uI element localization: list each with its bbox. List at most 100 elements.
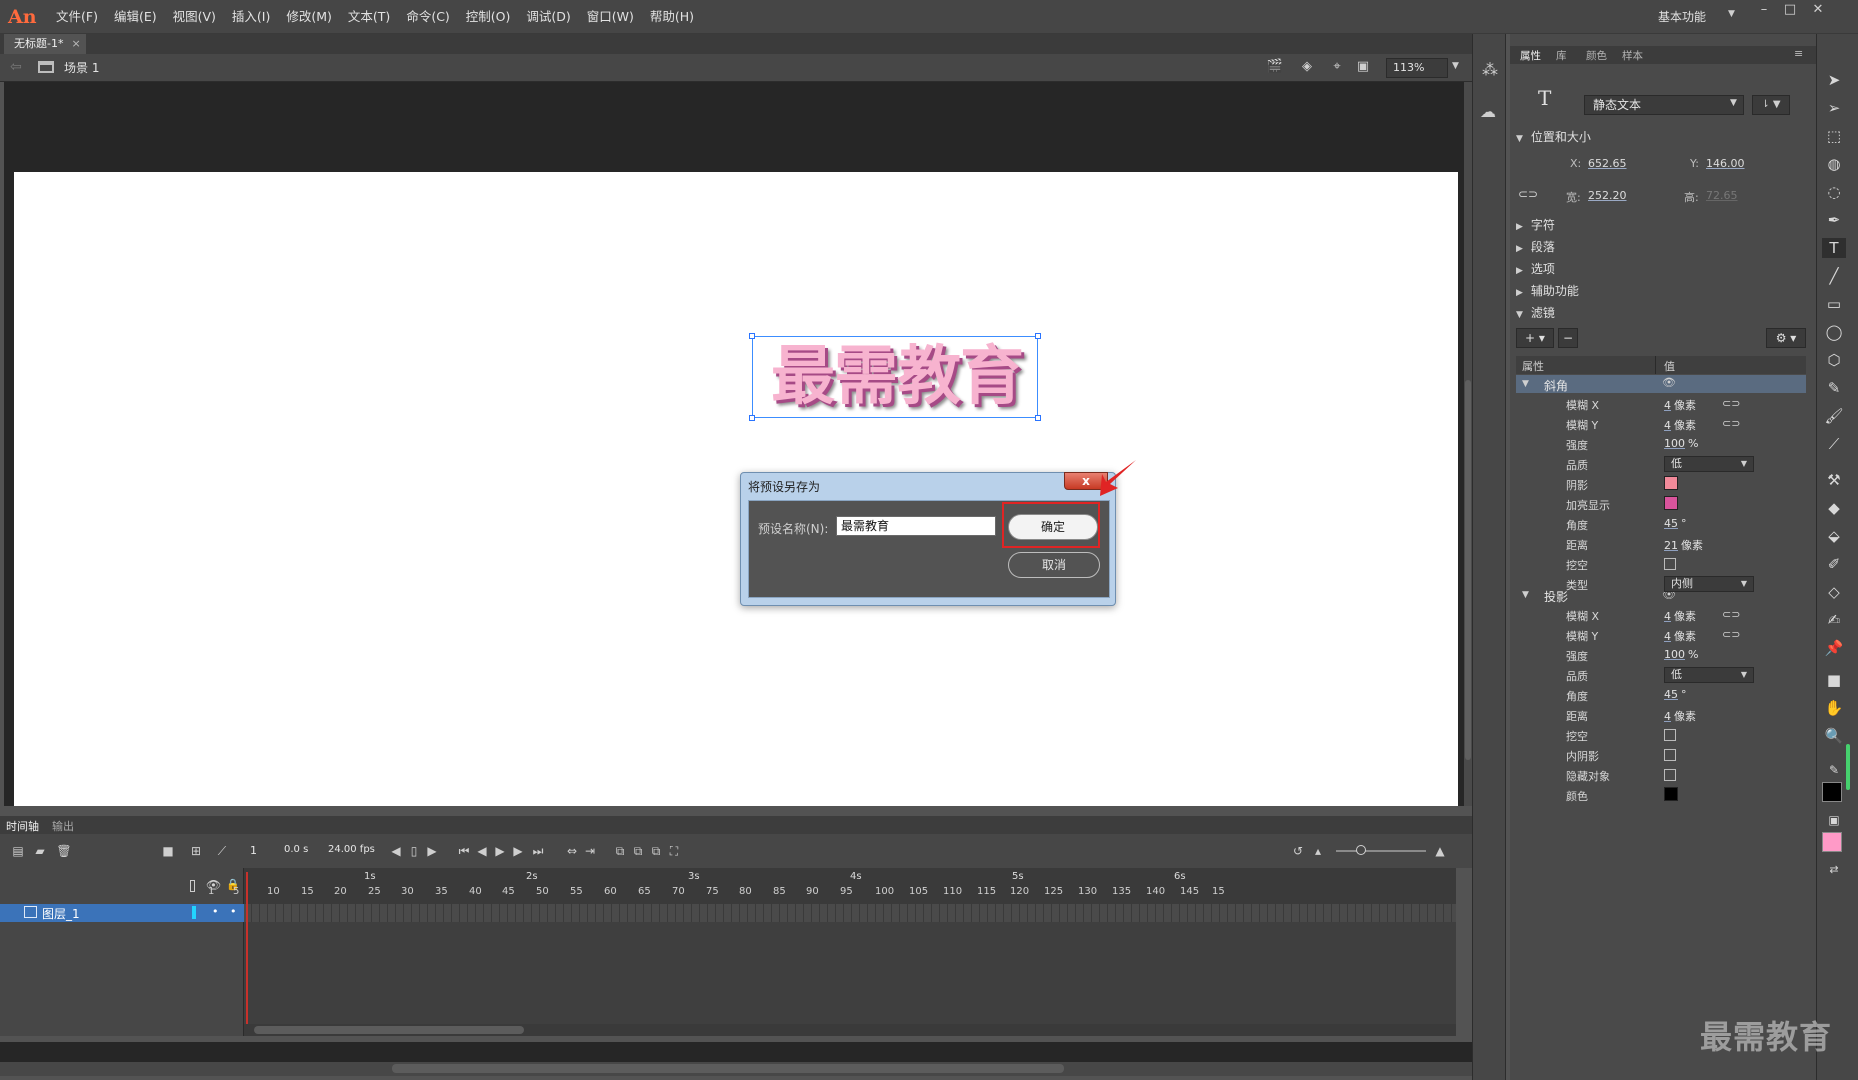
tab-library[interactable]: 库 [1556,48,1567,63]
close-tab-icon[interactable]: × [71,37,80,50]
panel-menu-icon[interactable]: ≡ [1794,47,1803,60]
go-to-last-icon[interactable]: ⏭ [530,843,546,859]
swap-colors-icon[interactable]: ⇄ [1822,860,1846,880]
width-tool-icon[interactable]: ✍ [1822,610,1846,630]
stage-canvas[interactable] [14,172,1458,806]
width-value[interactable]: 252.20 [1588,189,1627,202]
unlocked-dot-icon[interactable]: • [230,905,237,918]
step-forward-icon[interactable]: ▶ [510,843,526,859]
zoom-out-timeline-icon[interactable]: ▴ [1310,843,1326,859]
menu-view[interactable]: 视图(V) [165,0,224,34]
eraser-tool-icon[interactable]: ◇ [1822,582,1846,602]
tab-color[interactable]: 颜色 [1586,48,1607,63]
menu-commands[interactable]: 命令(C) [398,0,457,34]
go-to-first-icon[interactable]: ⏮ [456,843,472,859]
lasso-tool-icon[interactable]: ◌ [1822,182,1846,202]
link-icon[interactable]: ⊂⊃ [1722,608,1740,621]
menu-window[interactable]: 窗口(W) [579,0,642,34]
center-stage-icon[interactable]: ⌖ [1328,58,1346,76]
document-tab[interactable]: 无标题-1* × [4,34,86,54]
link-icon[interactable]: ⊂⊃ [1722,397,1740,410]
value-number[interactable]: 100 [1664,437,1685,450]
camera-icon[interactable]: ■ [160,843,176,859]
link-icon[interactable]: ⊂⊃ [1722,628,1740,641]
link-icon[interactable]: ⊂⊃ [1722,417,1740,430]
section-character[interactable]: ▶ 字符 [1516,216,1555,233]
checkbox[interactable] [1664,558,1676,570]
minimize-icon[interactable]: – [1750,0,1778,22]
chevron-down-icon[interactable]: ▼ [1522,590,1529,600]
modify-markers-icon[interactable]: ⛶ [666,843,682,859]
color-swatch[interactable] [1664,496,1678,510]
visible-dot-icon[interactable]: • [212,905,219,918]
pen-tool-icon[interactable]: ✒ [1822,210,1846,230]
value-number[interactable]: 100 [1664,648,1685,661]
filter-property-value[interactable]: 100% [1664,437,1698,450]
tab-swatches[interactable]: 样本 [1622,48,1643,63]
zoom-tool-icon[interactable]: 🔍 [1822,726,1846,746]
rectangle-tool-icon[interactable]: ▭ [1822,294,1846,314]
scroll-thumb[interactable] [392,1064,1064,1073]
brush-tool-icon[interactable]: ⟋ [1822,434,1846,454]
workspace-switcher[interactable]: 基本功能 [1658,8,1706,26]
play-icon[interactable]: ▶ [492,843,508,859]
filter-property-value[interactable]: 21 像素 [1664,537,1703,553]
scene-label[interactable]: 场景 1 [64,59,99,76]
selection-tool-icon[interactable]: ➤ [1822,70,1846,90]
layer-frame-strip[interactable] [244,904,1456,922]
scroll-thumb[interactable] [254,1026,524,1034]
new-layer-icon[interactable]: ▤ [10,843,26,859]
tab-properties[interactable]: 属性 [1520,48,1541,63]
section-position-size[interactable]: ▼ 位置和大小 [1516,128,1591,145]
camera-tool-icon[interactable]: ■ [1822,670,1846,690]
edit-symbols-icon[interactable]: ◈ [1298,58,1316,76]
filter-property-value[interactable]: 45 ° [1664,688,1687,701]
cc-libraries-icon[interactable]: ☁ [1480,102,1496,121]
menu-insert[interactable]: 插入(I) [224,0,278,34]
add-filter-button[interactable]: + ▾ [1516,328,1554,348]
paint-brush-tool-icon[interactable]: 🖌 [1822,406,1846,426]
value-number[interactable]: 4 [1664,419,1671,432]
filter-select[interactable]: 低 ▼ [1664,456,1754,472]
menu-help[interactable]: 帮助(H) [642,0,702,34]
menu-control[interactable]: 控制(O) [458,0,519,34]
frame-rate[interactable]: 24.00 fps [328,844,375,855]
checkbox[interactable] [1664,749,1676,761]
current-time[interactable]: 0.0 s [284,844,308,855]
filter-property-value[interactable]: 100% [1664,648,1698,661]
text-tool-icon[interactable]: T [1822,238,1846,258]
chevron-down-icon[interactable]: ▼ [1452,61,1459,71]
stage-scroll-thumb[interactable] [1465,380,1471,760]
edit-scene-icon[interactable]: 🎬 [1266,58,1284,76]
tab-timeline[interactable]: 时间轴 [6,818,39,834]
back-arrow-icon[interactable]: ⇦ [10,59,22,75]
y-value[interactable]: 146.00 [1706,157,1745,170]
section-paragraph[interactable]: ▶ 段落 [1516,238,1555,255]
layer-name[interactable]: 图层_1 [42,905,80,922]
link-icon[interactable]: ⊂⊃ [1518,187,1538,201]
menu-text[interactable]: 文本(T) [340,0,398,34]
motion-presets-icon[interactable]: ⁂ [1482,60,1498,79]
next-keyframe-icon[interactable]: ▶ [424,843,440,859]
eye-icon[interactable]: 👁 [1662,376,1676,389]
filter-property-value[interactable]: 4 像素 [1664,417,1696,433]
asset-warp-tool-icon[interactable]: 📌 [1822,638,1846,658]
value-number[interactable]: 4 [1664,710,1671,723]
center-frame-icon[interactable]: ⇥ [582,843,598,859]
filter-property-value[interactable]: 45 ° [1664,517,1687,530]
filter-select[interactable]: 低 ▼ [1664,667,1754,683]
color-swatch[interactable] [1664,476,1678,490]
zoom-in-timeline-icon[interactable]: ▲ [1432,843,1448,859]
line-tool-icon[interactable]: ╱ [1822,266,1846,286]
filter-settings-icon[interactable]: ⚙ ▾ [1766,328,1806,348]
fill-color-swatch[interactable] [1822,832,1842,852]
outline-toggle-icon[interactable] [190,880,195,892]
value-number[interactable]: 4 [1664,610,1671,623]
filter-property-value[interactable]: 4 像素 [1664,628,1696,644]
new-folder-icon[interactable]: ▰ [32,843,48,859]
layer-parenting-icon[interactable]: ⊞ [188,843,204,859]
pencil-tool-icon[interactable]: ✎ [1822,378,1846,398]
x-value[interactable]: 652.65 [1588,157,1627,170]
filter-select[interactable]: 内侧 ▼ [1664,576,1754,592]
menu-debug[interactable]: 调试(D) [518,0,578,34]
